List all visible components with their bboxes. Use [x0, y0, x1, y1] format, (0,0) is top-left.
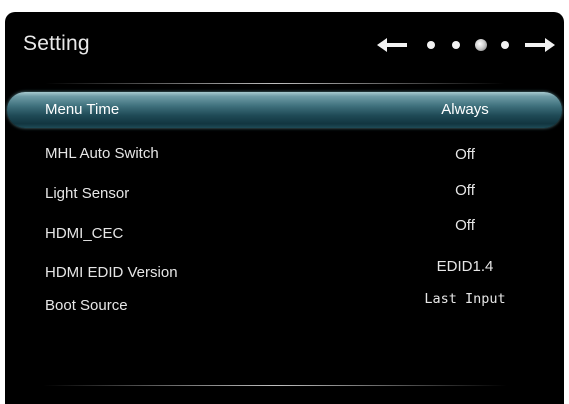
setting-label: HDMI_CEC — [45, 225, 124, 242]
arrow-left-icon[interactable] — [377, 38, 407, 52]
setting-label: Boot Source — [45, 297, 128, 314]
setting-label: Light Sensor — [45, 185, 130, 202]
setting-label: Menu Time — [45, 101, 120, 118]
settings-panel: Setting Menu Time Always MHL Auto Switch… — [5, 12, 564, 404]
footer-divider — [43, 385, 507, 386]
setting-value: Last Input — [424, 291, 506, 307]
setting-row-mhl-auto-switch[interactable]: MHL Auto Switch Off — [5, 138, 564, 170]
setting-value: EDID1.4 — [436, 258, 494, 275]
setting-value: Off — [455, 217, 475, 234]
setting-label: HDMI EDID Version — [45, 264, 178, 281]
page-dot-2[interactable] — [452, 41, 460, 49]
page-dot-3-active[interactable] — [475, 39, 487, 51]
setting-row-light-sensor[interactable]: Light Sensor Off — [5, 175, 564, 207]
setting-row-menu-time[interactable]: Menu Time Always — [7, 92, 562, 128]
page-dot-1[interactable] — [427, 41, 435, 49]
setting-label: MHL Auto Switch — [45, 145, 159, 162]
setting-value: Off — [455, 182, 475, 199]
arrow-right-icon[interactable] — [525, 38, 555, 52]
setting-value: Always — [441, 101, 489, 118]
page-title: Setting — [23, 32, 90, 55]
setting-row-boot-source[interactable]: Boot Source Last Input — [5, 289, 564, 321]
setting-row-hdmi-edid-version[interactable]: HDMI EDID Version EDID1.4 — [5, 254, 564, 286]
setting-row-hdmi-cec[interactable]: HDMI_CEC Off — [5, 215, 564, 247]
setting-value: Off — [455, 146, 475, 163]
page-dot-4[interactable] — [501, 41, 509, 49]
header-divider — [45, 83, 505, 84]
page-navigator — [377, 34, 555, 56]
